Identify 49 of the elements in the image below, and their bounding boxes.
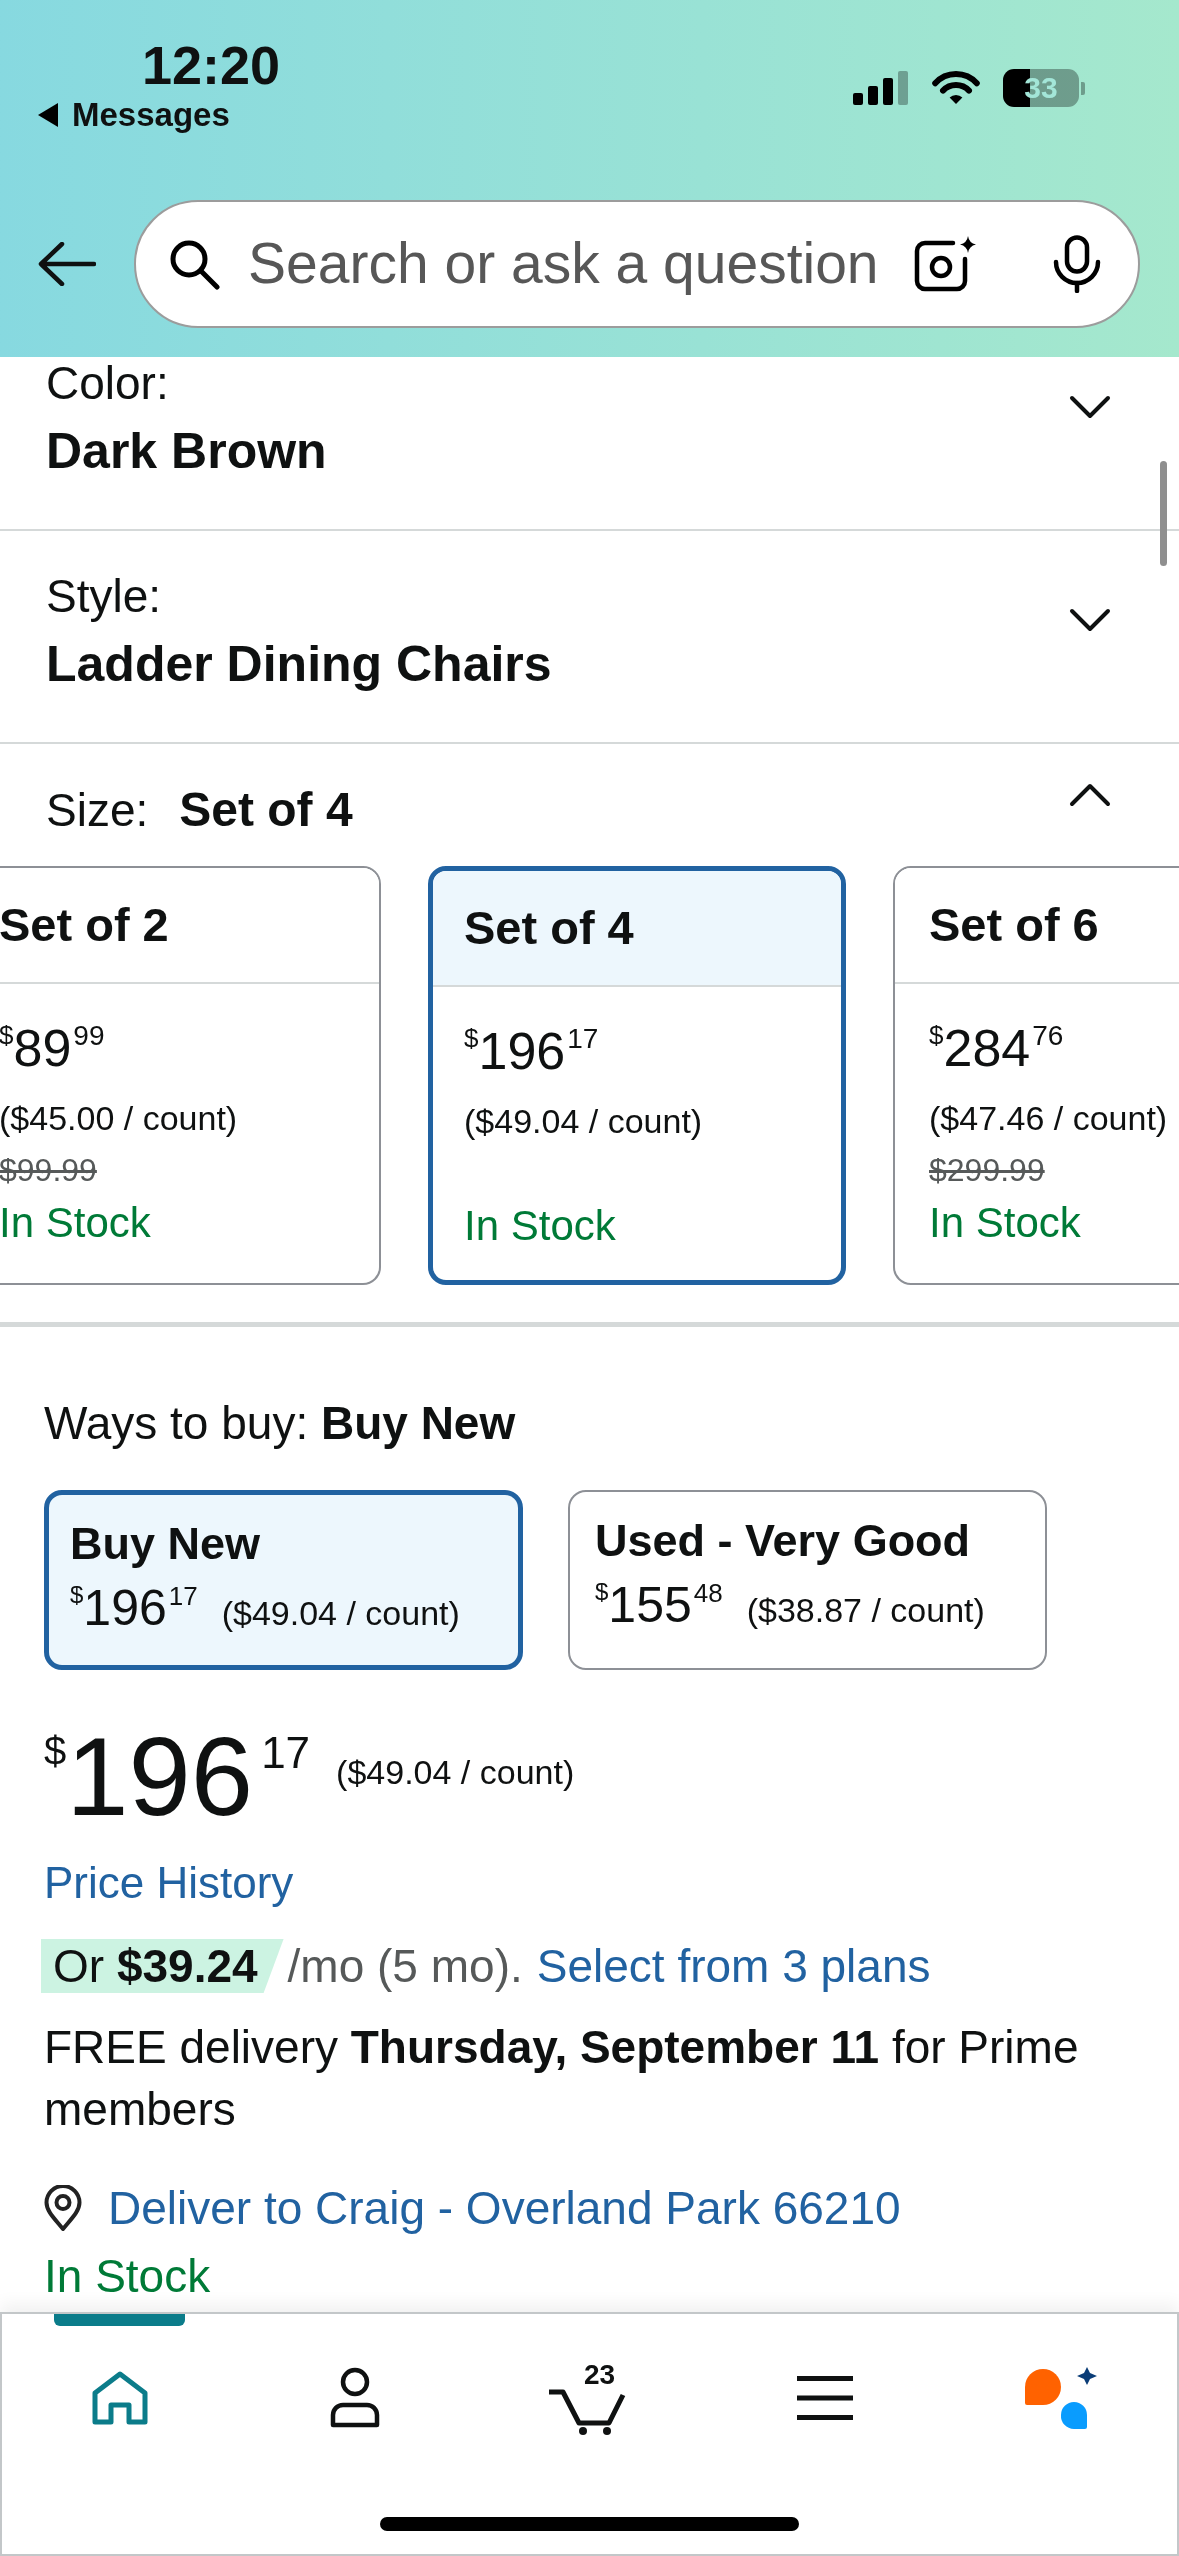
unit-price: ($45.00 / count) [0, 1098, 238, 1139]
chevron-down-icon[interactable] [1069, 608, 1111, 632]
delivery-message: FREE delivery Thursday, September 11 for Prime members [44, 2020, 1080, 2137]
availability: In Stock [929, 1198, 1081, 1248]
unit-price: ($38.87 / count) [746, 1591, 985, 1629]
deliver-to-link[interactable]: Deliver to Craig - Overland Park 66210 [108, 2180, 901, 2236]
ways-to-buy-label: Ways to buy: Buy New [44, 1396, 516, 1451]
chevron-up-icon[interactable] [1069, 783, 1111, 807]
camera-sparkle-icon[interactable] [913, 235, 977, 293]
unit-price: ($49.04 / count) [336, 1752, 575, 1789]
chevron-down-icon[interactable] [1069, 395, 1111, 419]
menu-icon [796, 2376, 853, 2420]
unit-price: ($47.46 / count) [929, 1098, 1168, 1139]
option-title: Buy New [70, 1517, 261, 1571]
availability: In Stock [0, 1198, 151, 1248]
option-label: Color: [46, 357, 169, 409]
search-icon [168, 238, 220, 290]
option-title: Used - Very Good [595, 1514, 971, 1568]
search-field[interactable]: Search or ask a question [134, 200, 1140, 328]
cart-count: 23 [583, 2361, 616, 2389]
search-input[interactable]: Search or ask a question [248, 221, 905, 307]
home-icon [91, 2371, 148, 2425]
back-triangle-icon [38, 102, 58, 127]
signal-icon [853, 71, 909, 105]
list-price: $99.99 [0, 1151, 97, 1190]
installment-badge: Or $39.24 [41, 1939, 284, 1993]
back-arrow-icon[interactable] [38, 242, 96, 286]
unit-price: ($49.04 / count) [221, 1594, 460, 1632]
location-pin-icon [44, 2185, 82, 2231]
size-name: Set of 2 [0, 897, 169, 953]
cart-tab[interactable]: 23 [472, 2314, 707, 2484]
wifi-icon [931, 70, 981, 106]
option-value: Dark Brown [46, 423, 327, 479]
installment-terms: /mo (5 mo). [287, 1939, 523, 1994]
availability: In Stock [464, 1201, 616, 1251]
option-label: Style: [46, 570, 162, 622]
option-value: Set of 4 [179, 782, 353, 838]
size-name: Set of 6 [929, 897, 1099, 953]
availability: In Stock [44, 2250, 211, 2302]
select-plans-link[interactable]: Select from 3 plans [536, 1938, 931, 1994]
list-price: $299.99 [929, 1151, 1045, 1190]
price-history-link[interactable]: Price History [44, 1857, 294, 1909]
back-to-app-link[interactable]: Messages [38, 98, 230, 131]
unit-price: ($49.04 / count) [464, 1101, 703, 1142]
microphone-icon[interactable] [1052, 235, 1102, 293]
option-label: Size: [46, 783, 149, 838]
status-time: 12:20 [142, 38, 281, 92]
option-value: Ladder Dining Chairs [46, 636, 552, 692]
size-name: Set of 4 [464, 900, 634, 956]
